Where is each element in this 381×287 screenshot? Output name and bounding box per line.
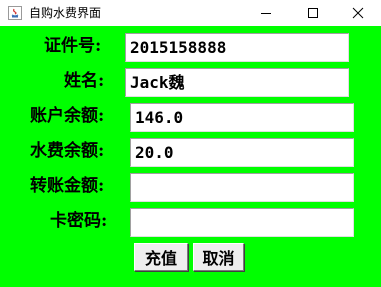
minimize-button[interactable] [243, 0, 289, 26]
name-field[interactable]: Jack魏 [125, 68, 349, 97]
window-title: 自购水费界面 [29, 6, 102, 20]
close-button[interactable] [335, 0, 381, 26]
water-fee-balance-label: 水费余额: [30, 141, 105, 161]
card-password-input[interactable] [130, 208, 354, 237]
water-fee-balance-field[interactable]: 20.0 [130, 138, 354, 167]
transfer-amount-input[interactable] [130, 173, 354, 202]
title-bar[interactable]: 自购水费界面 [0, 0, 381, 26]
card-password-label: 卡密码: [50, 211, 108, 231]
close-icon [352, 7, 364, 19]
cancel-button[interactable]: 取消 [193, 243, 244, 271]
form-panel: 证件号: 2015158888 姓名: Jack魏 账户余额: 146.0 水费… [0, 26, 381, 287]
id-number-label: 证件号: [44, 36, 102, 56]
app-window: 自购水费界面 证件号: 2015158888 姓名: Jack魏 账户余额: 1… [0, 0, 381, 287]
account-balance-label: 账户余额: [30, 106, 105, 126]
account-balance-field[interactable]: 146.0 [130, 103, 354, 132]
minimize-icon [261, 13, 271, 14]
maximize-icon [308, 8, 318, 18]
name-label: 姓名: [64, 71, 105, 91]
transfer-amount-label: 转账金额: [30, 176, 105, 196]
java-app-icon [8, 5, 22, 20]
maximize-button[interactable] [290, 0, 336, 26]
id-number-field[interactable]: 2015158888 [125, 33, 349, 62]
recharge-button[interactable]: 充值 [134, 243, 188, 271]
